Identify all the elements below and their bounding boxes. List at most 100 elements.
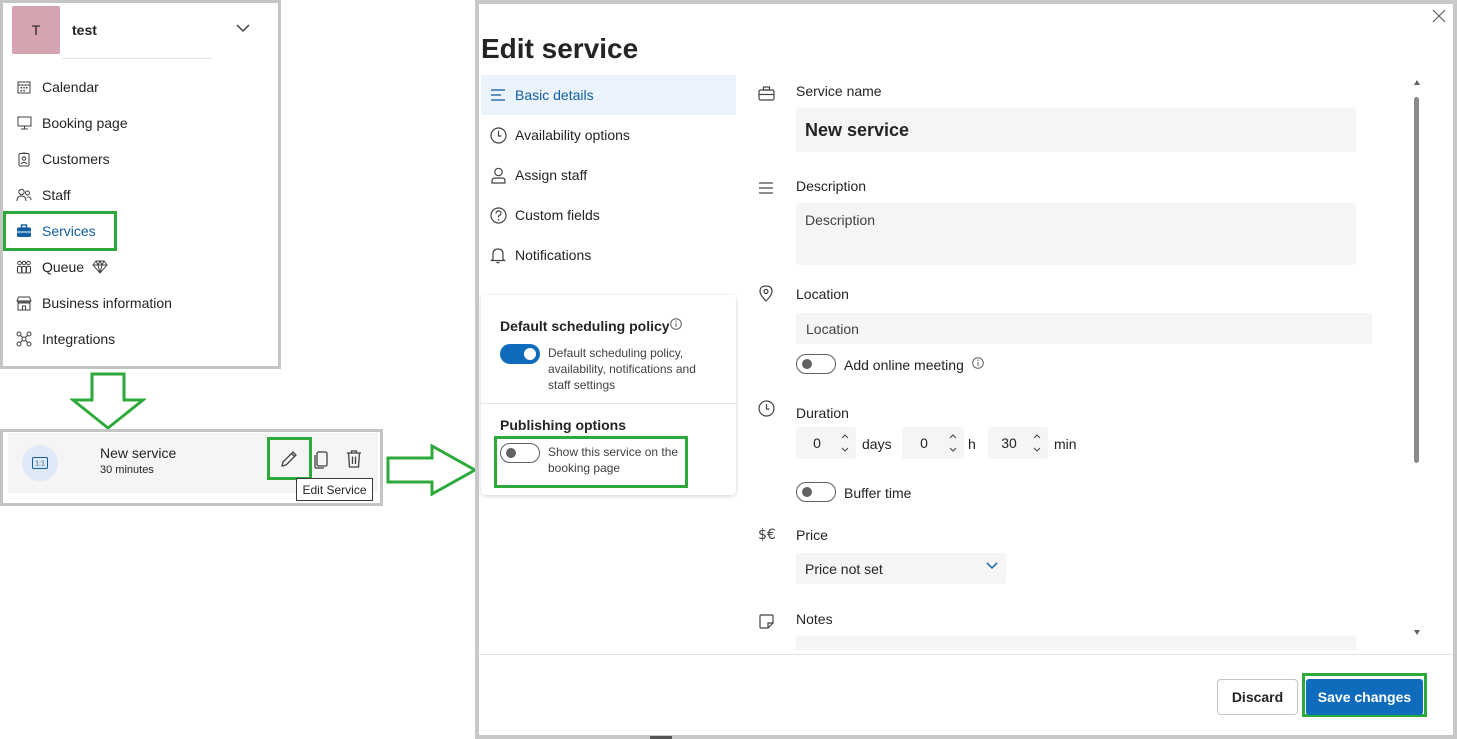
service-card-duration: 30 minutes [100, 464, 154, 476]
policy-toggle[interactable] [500, 344, 540, 364]
tooltip: Edit Service [296, 478, 373, 501]
currency-icon: $€ [757, 525, 779, 543]
online-meeting-label: Add online meeting [844, 357, 964, 373]
tab-custom-fields[interactable]: Custom fields [481, 195, 736, 235]
divider [481, 403, 736, 404]
service-name-label: Service name [796, 83, 882, 99]
tab-notifications[interactable]: Notifications [481, 235, 736, 275]
discard-button[interactable]: Discard [1217, 679, 1298, 715]
divider [479, 654, 1453, 655]
tab-assign-staff[interactable]: Assign staff [481, 155, 736, 195]
buffer-time-toggle[interactable] [796, 482, 836, 502]
nav-item-customers[interactable]: Customers [6, 141, 266, 177]
scroll-down-icon[interactable] [1414, 630, 1420, 635]
minutes-unit: min [1054, 436, 1077, 452]
clock-icon [489, 126, 507, 144]
stepper-value: 0 [920, 435, 928, 451]
nav-item-label: Calendar [42, 79, 99, 95]
nav-item-label: Business information [42, 295, 172, 311]
nav-item-queue[interactable]: Queue [6, 249, 266, 285]
nav-item-label: Staff [42, 187, 71, 203]
monitor-icon [16, 115, 32, 131]
stepper-value: 30 [1001, 435, 1017, 451]
calendar-icon [16, 79, 32, 95]
nav-item-booking-page[interactable]: Booking page [6, 105, 266, 141]
buffer-time-label: Buffer time [844, 485, 912, 501]
bell-icon [489, 247, 507, 264]
svg-text:$€: $€ [758, 527, 776, 542]
edit-icon[interactable] [279, 449, 299, 469]
nav-item-business-information[interactable]: Business information [6, 285, 266, 321]
nav-item-calendar[interactable]: Calendar [6, 69, 266, 105]
svg-text:1:1: 1:1 [35, 461, 45, 468]
duration-hours-stepper[interactable]: 0 [902, 427, 964, 459]
save-changes-button[interactable]: Save changes [1306, 679, 1423, 715]
tab-label: Assign staff [515, 167, 588, 183]
queue-icon [16, 259, 32, 275]
policy-description: Default scheduling policy, availability,… [548, 346, 696, 392]
location-label: Location [796, 286, 849, 302]
tab-availability-options[interactable]: Availability options [481, 115, 736, 155]
one-on-one-icon: 1:1 [22, 445, 58, 481]
days-unit: days [862, 436, 892, 452]
duration-label: Duration [796, 405, 849, 421]
contact-card-icon [16, 151, 32, 167]
policy-title: Default scheduling policy [500, 318, 670, 334]
publishing-title: Publishing options [500, 417, 626, 433]
person-icon [489, 167, 507, 184]
stepper-arrows-icon[interactable] [946, 432, 960, 454]
arrow-down-icon [70, 372, 146, 430]
duration-minutes-stepper[interactable]: 30 [988, 427, 1048, 459]
stepper-value: 0 [813, 435, 821, 451]
scroll-up-icon[interactable] [1414, 80, 1420, 85]
delete-icon[interactable] [345, 449, 363, 469]
nav-item-label: Queue [42, 259, 85, 275]
avatar-initial: T [31, 22, 41, 38]
price-value: Price not set [805, 560, 883, 577]
tab-label: Custom fields [515, 207, 600, 223]
lines-icon [489, 89, 507, 101]
tab-label: Basic details [515, 87, 594, 103]
online-meeting-toggle[interactable] [796, 354, 836, 374]
duration-days-stepper[interactable]: 0 [796, 427, 856, 459]
nav-item-label: Customers [42, 151, 110, 167]
nav-item-staff[interactable]: Staff [6, 177, 266, 213]
price-dropdown[interactable]: Price not set [796, 553, 1006, 584]
location-input[interactable]: Location [796, 313, 1372, 344]
nav-item-label: Integrations [42, 331, 116, 347]
description-label: Description [796, 178, 867, 194]
question-icon [489, 206, 507, 224]
people-icon [16, 187, 32, 203]
hours-unit: h [968, 436, 976, 452]
building-icon [16, 295, 32, 311]
arrow-right-icon [386, 444, 478, 496]
integrations-icon [16, 331, 32, 347]
service-name-input[interactable]: New service [796, 108, 1356, 152]
notes-input[interactable] [796, 636, 1356, 650]
tab-label: Availability options [515, 127, 630, 143]
highlight-box [494, 436, 688, 488]
avatar[interactable]: T [12, 6, 60, 54]
note-icon [757, 612, 775, 630]
clock-icon [757, 399, 775, 417]
dialog-title: Edit service [481, 33, 639, 64]
highlight-box [3, 211, 117, 251]
lines-icon [757, 179, 775, 197]
briefcase-icon [757, 84, 775, 102]
location-pin-icon [757, 284, 775, 302]
nav-item-integrations[interactable]: Integrations [6, 321, 266, 357]
stepper-arrows-icon[interactable] [1030, 432, 1044, 454]
tab-basic-details[interactable]: Basic details [481, 75, 736, 115]
info-icon[interactable] [972, 357, 984, 369]
close-icon[interactable] [1432, 9, 1446, 23]
service-card-title: New service [100, 445, 177, 461]
copy-icon[interactable] [313, 449, 331, 469]
scrollbar-thumb[interactable] [1414, 97, 1419, 463]
diamond-icon [92, 260, 108, 274]
stepper-arrows-icon[interactable] [838, 432, 852, 454]
account-name: test [72, 22, 97, 38]
description-input[interactable]: Description [796, 203, 1356, 265]
notes-label: Notes [796, 611, 833, 627]
info-icon[interactable] [670, 318, 682, 330]
chevron-down-icon[interactable] [236, 24, 250, 33]
